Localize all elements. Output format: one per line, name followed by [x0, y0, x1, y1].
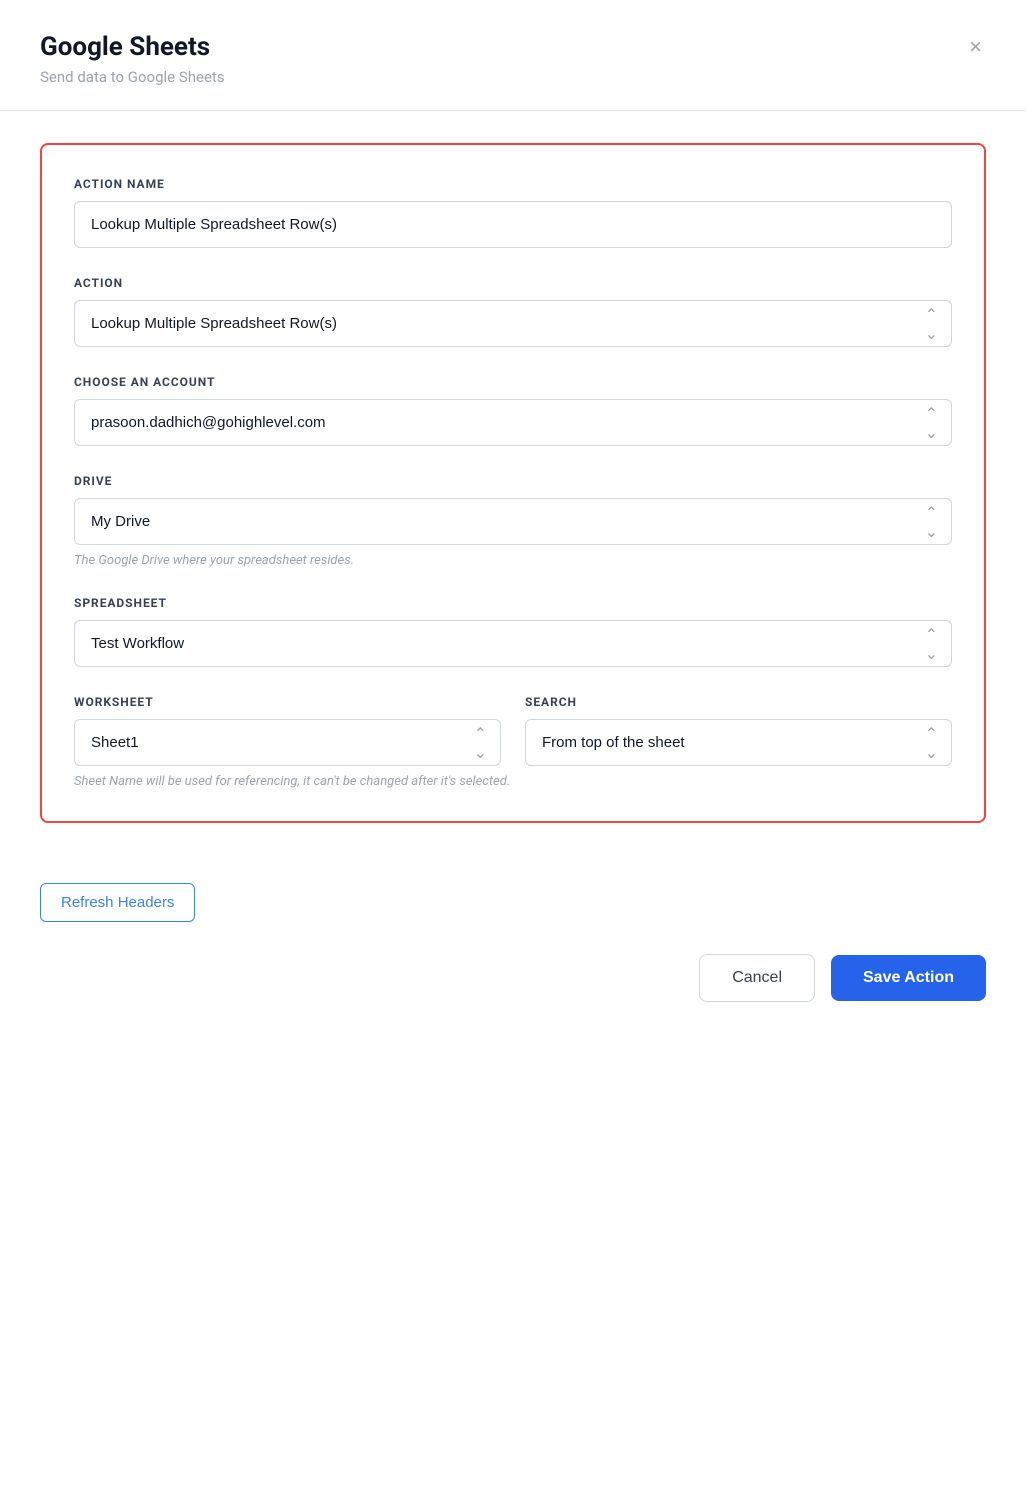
sheet-hint: Sheet Name will be used for referencing,… [74, 774, 952, 789]
worksheet-search-group: WORKSHEET Sheet1 ⌃⌄ SEARCH From top [74, 695, 952, 789]
modal-footer: Refresh Headers Cancel Save Action [0, 883, 1026, 1026]
action-label: ACTION [74, 276, 952, 290]
drive-select[interactable]: My Drive [74, 498, 952, 545]
action-name-group: ACTION NAME [74, 177, 952, 248]
spreadsheet-group: SPREADSHEET Test Workflow ⌃⌄ [74, 596, 952, 667]
two-col-row: WORKSHEET Sheet1 ⌃⌄ SEARCH From top [74, 695, 952, 766]
search-subgroup: SEARCH From top of the sheet ⌃⌄ [525, 695, 952, 766]
refresh-button-row: Refresh Headers [40, 883, 986, 922]
account-group: CHOOSE AN ACCOUNT prasoon.dadhich@gohigh… [74, 375, 952, 446]
modal-subtitle: Send data to Google Sheets [40, 68, 986, 86]
search-select[interactable]: From top of the sheet [525, 719, 952, 766]
action-group: ACTION Lookup Multiple Spreadsheet Row(s… [74, 276, 952, 347]
modal-body: ACTION NAME ACTION Lookup Multiple Sprea… [0, 111, 1026, 883]
drive-label: DRIVE [74, 474, 952, 488]
form-section: ACTION NAME ACTION Lookup Multiple Sprea… [40, 143, 986, 823]
drive-select-wrapper: My Drive ⌃⌄ [74, 498, 952, 545]
worksheet-select-wrapper: Sheet1 ⌃⌄ [74, 719, 501, 766]
refresh-headers-button[interactable]: Refresh Headers [40, 883, 195, 922]
account-select[interactable]: prasoon.dadhich@gohighlevel.com [74, 399, 952, 446]
save-action-button[interactable]: Save Action [831, 955, 986, 1001]
modal-container: Google Sheets Send data to Google Sheets… [0, 0, 1026, 1498]
cancel-button[interactable]: Cancel [699, 954, 815, 1002]
action-select[interactable]: Lookup Multiple Spreadsheet Row(s) [74, 300, 952, 347]
spreadsheet-select[interactable]: Test Workflow [74, 620, 952, 667]
close-button[interactable]: × [965, 32, 986, 62]
account-label: CHOOSE AN ACCOUNT [74, 375, 952, 389]
action-name-input[interactable] [74, 201, 952, 248]
bottom-buttons-row: Cancel Save Action [40, 946, 986, 1002]
modal-title: Google Sheets [40, 32, 986, 62]
account-select-wrapper: prasoon.dadhich@gohighlevel.com ⌃⌄ [74, 399, 952, 446]
action-name-label: ACTION NAME [74, 177, 952, 191]
search-select-wrapper: From top of the sheet ⌃⌄ [525, 719, 952, 766]
modal-header: Google Sheets Send data to Google Sheets… [0, 0, 1026, 111]
action-select-wrapper: Lookup Multiple Spreadsheet Row(s) ⌃⌄ [74, 300, 952, 347]
worksheet-label: WORKSHEET [74, 695, 501, 709]
worksheet-subgroup: WORKSHEET Sheet1 ⌃⌄ [74, 695, 501, 766]
spreadsheet-label: SPREADSHEET [74, 596, 952, 610]
search-label: SEARCH [525, 695, 952, 709]
spreadsheet-select-wrapper: Test Workflow ⌃⌄ [74, 620, 952, 667]
worksheet-select[interactable]: Sheet1 [74, 719, 501, 766]
drive-group: DRIVE My Drive ⌃⌄ The Google Drive where… [74, 474, 952, 568]
drive-hint: The Google Drive where your spreadsheet … [74, 553, 952, 568]
